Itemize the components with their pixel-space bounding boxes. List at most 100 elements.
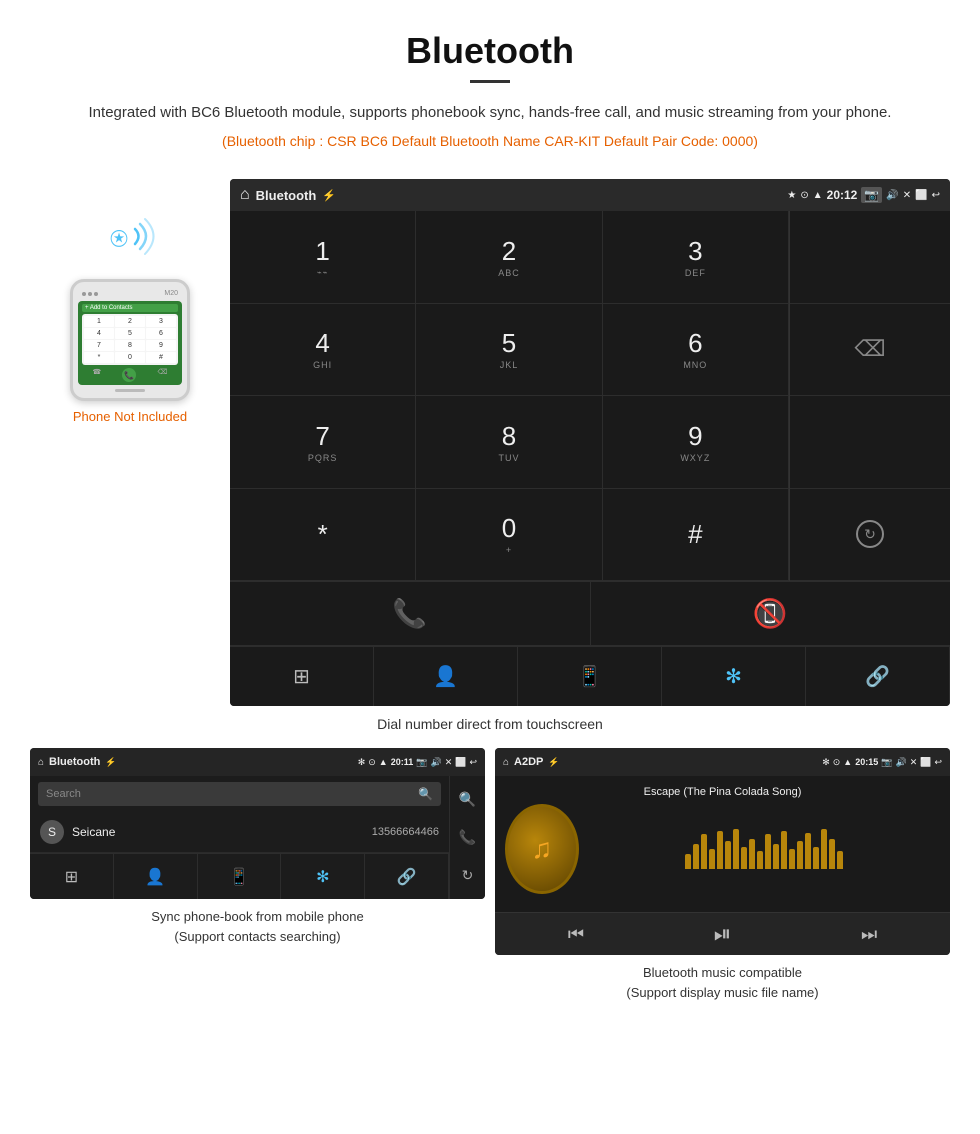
ms-usb-icon: ⚡ bbox=[548, 757, 559, 768]
page-description: Integrated with BC6 Bluetooth module, su… bbox=[60, 101, 920, 125]
pb-vol-icon[interactable]: 🔊 bbox=[430, 757, 441, 768]
call-green-icon: 📞 bbox=[392, 597, 427, 630]
dial-app-title: Bluetooth bbox=[256, 188, 317, 203]
ms-bt-icon: ✻ bbox=[822, 757, 830, 768]
pb-usb-icon: ⚡ bbox=[105, 757, 116, 768]
album-art: ♫ bbox=[505, 804, 579, 894]
contact-phone: 13566664466 bbox=[372, 826, 439, 838]
pb-bt-icon: ✻ bbox=[358, 757, 366, 768]
ms-time: 20:15 bbox=[855, 757, 878, 767]
window-icon[interactable]: ⬜ bbox=[915, 190, 927, 201]
dial-key-9[interactable]: 9 WXYZ bbox=[603, 396, 789, 489]
pb-status-bar: ⌂ Bluetooth ⚡ ✻ ⊙ ▲ 20:11 📷 🔊 ✕ ⬜ ↩ bbox=[30, 748, 485, 776]
call-green-button[interactable]: 📞 bbox=[230, 582, 591, 646]
dial-key-7[interactable]: 7 PQRS bbox=[230, 396, 416, 489]
pb-action-bar: ⊞ 👤 📱 ✻ 🔗 bbox=[30, 853, 449, 899]
pb-app-title: Bluetooth bbox=[49, 756, 100, 768]
contact-name: Seicane bbox=[72, 825, 372, 839]
music-main-content: Escape (The Pina Colada Song) ♫ bbox=[495, 776, 950, 912]
link-button[interactable]: 🔗 bbox=[806, 647, 950, 706]
pb-signal-icon: ▲ bbox=[379, 757, 388, 767]
backspace-button[interactable]: ⌫ bbox=[790, 304, 950, 397]
phone-not-included-label: Phone Not Included bbox=[73, 409, 187, 424]
bluetooth-waves: ⍟ bbox=[90, 209, 170, 269]
pb-bt-btn[interactable]: ✻ bbox=[281, 854, 365, 899]
title-divider bbox=[470, 80, 510, 83]
contact-row[interactable]: S Seicane 13566664466 bbox=[30, 812, 449, 853]
dial-keypad-grid: 1 ⌁⌁ 2 ABC 3 DEF 4 GHI 5 JKL bbox=[230, 211, 790, 581]
home-icon[interactable]: ⌂ bbox=[240, 186, 250, 204]
music-screen: ⌂ A2DP ⚡ ✻ ⊙ ▲ 20:15 📷 🔊 ✕ ⬜ ↩ bbox=[495, 748, 950, 955]
pb-r-search-icon[interactable]: 🔍 bbox=[459, 791, 476, 808]
ms-back-icon[interactable]: ↩ bbox=[934, 757, 942, 768]
pb-link-btn[interactable]: 🔗 bbox=[365, 854, 449, 899]
empty-cell bbox=[790, 396, 950, 489]
dial-display-area bbox=[790, 211, 950, 304]
phone-button[interactable]: 📱 bbox=[518, 647, 662, 706]
phone-mockup: M20 + Add to Contacts 1 2 3 4 5 6 7 8 9 … bbox=[70, 279, 190, 401]
music-caption: Bluetooth music compatible (Support disp… bbox=[495, 963, 950, 1002]
phonebook-section: ⌂ Bluetooth ⚡ ✻ ⊙ ▲ 20:11 📷 🔊 ✕ ⬜ ↩ bbox=[30, 748, 485, 1002]
pb-search-placeholder: Search bbox=[46, 788, 81, 800]
music-visualizer bbox=[589, 829, 940, 869]
dial-time: 20:12 bbox=[827, 188, 858, 202]
hangup-button[interactable]: 📵 bbox=[591, 582, 951, 646]
dial-key-hash[interactable]: # bbox=[603, 489, 789, 582]
dial-status-bar: ⌂ Bluetooth ⚡ ★ ⊙ ▲ 20:12 📷 🔊 ✕ ⬜ ↩ bbox=[230, 179, 950, 211]
prev-button[interactable]: ⏮ bbox=[568, 924, 584, 945]
pb-search-icon: 🔍 bbox=[418, 787, 433, 801]
dial-key-5[interactable]: 5 JKL bbox=[416, 304, 602, 397]
pb-search-bar[interactable]: Search 🔍 bbox=[38, 782, 441, 806]
back-icon[interactable]: ↩ bbox=[932, 190, 940, 201]
music-section: ⌂ A2DP ⚡ ✻ ⊙ ▲ 20:15 📷 🔊 ✕ ⬜ ↩ bbox=[495, 748, 950, 1002]
dial-screen: ⌂ Bluetooth ⚡ ★ ⊙ ▲ 20:12 📷 🔊 ✕ ⬜ ↩ 1 bbox=[230, 179, 950, 706]
location-icon: ⊙ bbox=[800, 190, 808, 201]
pb-home-icon: ⌂ bbox=[38, 757, 44, 768]
dial-caption: Dial number direct from touchscreen bbox=[0, 716, 980, 732]
dial-key-2[interactable]: 2 ABC bbox=[416, 211, 602, 304]
close-icon[interactable]: ✕ bbox=[903, 190, 911, 201]
contact-avatar: S bbox=[40, 820, 64, 844]
bt-button[interactable]: ✻ bbox=[662, 647, 806, 706]
next-button[interactable]: ⏭ bbox=[861, 924, 877, 945]
volume-icon[interactable]: 🔊 bbox=[886, 190, 898, 201]
contacts-button[interactable]: 👤 bbox=[374, 647, 518, 706]
ms-vol-icon[interactable]: 🔊 bbox=[895, 757, 906, 768]
ms-win-icon[interactable]: ⬜ bbox=[920, 757, 931, 768]
pb-right-icons: 🔍 📞 ↻ bbox=[449, 776, 485, 899]
pb-back-icon[interactable]: ↩ bbox=[469, 757, 477, 768]
pb-close-icon[interactable]: ✕ bbox=[445, 757, 453, 768]
keypad-button[interactable]: ⊞ bbox=[230, 647, 374, 706]
pb-time: 20:11 bbox=[391, 757, 414, 767]
dial-key-0[interactable]: 0 + bbox=[416, 489, 602, 582]
dial-key-1[interactable]: 1 ⌁⌁ bbox=[230, 211, 416, 304]
pb-r-sync-icon[interactable]: ↻ bbox=[462, 867, 474, 884]
phone-illustration: ⍟ M20 + Add to Contacts bbox=[30, 179, 230, 424]
music-status-bar: ⌂ A2DP ⚡ ✻ ⊙ ▲ 20:15 📷 🔊 ✕ ⬜ ↩ bbox=[495, 748, 950, 776]
backspace-icon: ⌫ bbox=[854, 336, 885, 362]
page-specs: (Bluetooth chip : CSR BC6 Default Blueto… bbox=[60, 133, 920, 149]
camera-icon[interactable]: 📷 bbox=[861, 187, 882, 203]
dial-key-3[interactable]: 3 DEF bbox=[603, 211, 789, 304]
ms-close-icon[interactable]: ✕ bbox=[910, 757, 918, 768]
redial-button[interactable]: ↻ bbox=[790, 489, 950, 582]
pb-r-phone-icon[interactable]: 📞 bbox=[459, 829, 476, 846]
dial-key-star[interactable]: * bbox=[230, 489, 416, 582]
music-note-icon: ♫ bbox=[531, 833, 552, 865]
ms-app-title: A2DP bbox=[514, 756, 543, 768]
dial-key-6[interactable]: 6 MNO bbox=[603, 304, 789, 397]
song-title: Escape (The Pina Colada Song) bbox=[644, 786, 802, 798]
pb-contacts-btn[interactable]: 👤 bbox=[114, 854, 198, 899]
bluetooth-status-icon: ★ bbox=[787, 190, 796, 201]
dial-key-4[interactable]: 4 GHI bbox=[230, 304, 416, 397]
dial-key-8[interactable]: 8 TUV bbox=[416, 396, 602, 489]
play-pause-button[interactable]: ⏯ bbox=[714, 921, 732, 947]
usb-icon: ⚡ bbox=[322, 189, 336, 202]
pb-camera-icon[interactable]: 📷 bbox=[416, 757, 427, 768]
hangup-icon: 📵 bbox=[753, 597, 788, 630]
pb-phone-btn[interactable]: 📱 bbox=[198, 854, 282, 899]
pb-keypad-btn[interactable]: ⊞ bbox=[30, 854, 114, 899]
ms-home-icon: ⌂ bbox=[503, 757, 509, 768]
ms-camera-icon[interactable]: 📷 bbox=[881, 757, 892, 768]
pb-win-icon[interactable]: ⬜ bbox=[455, 757, 466, 768]
